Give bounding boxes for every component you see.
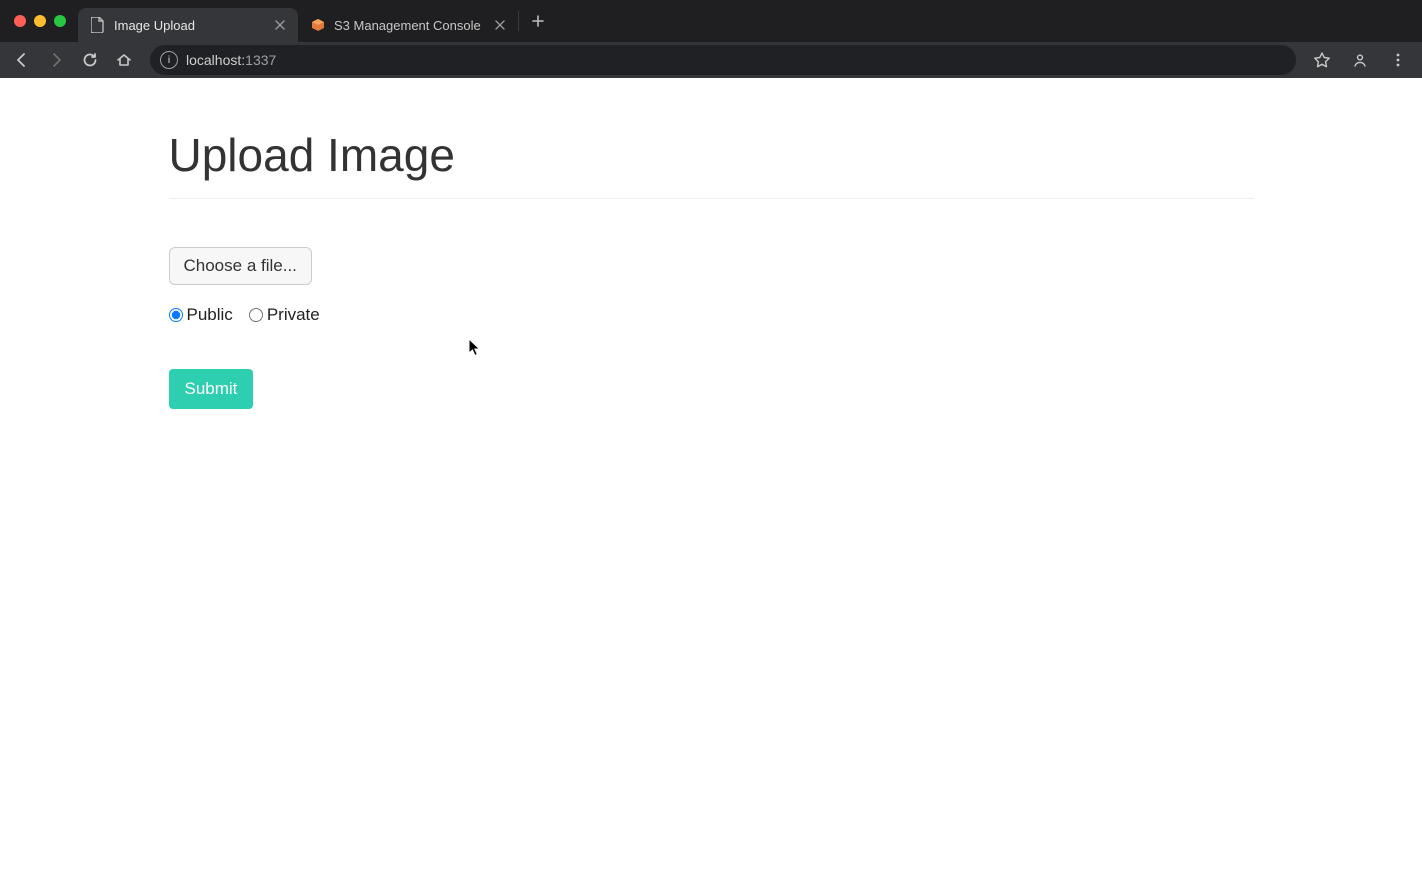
tab-close-icon[interactable] xyxy=(272,17,288,33)
file-icon xyxy=(90,17,106,33)
new-tab-button[interactable] xyxy=(523,6,553,36)
window-close-icon[interactable] xyxy=(14,15,26,27)
tab-separator xyxy=(518,11,519,31)
tab-image-upload[interactable]: Image Upload xyxy=(78,8,298,42)
url-port: 1337 xyxy=(245,52,276,68)
choose-file-label: Choose a file... xyxy=(184,256,297,275)
home-button[interactable] xyxy=(108,44,140,76)
title-divider xyxy=(169,198,1254,199)
back-button[interactable] xyxy=(6,44,38,76)
url-text: localhost:1337 xyxy=(186,52,276,68)
window-maximize-icon[interactable] xyxy=(54,15,66,27)
url-host: localhost: xyxy=(186,52,245,68)
radio-private-input[interactable] xyxy=(249,308,263,322)
tab-label: S3 Management Console xyxy=(334,18,481,33)
site-info-icon[interactable]: i xyxy=(160,51,178,69)
cube-icon xyxy=(310,17,326,33)
visibility-radio-public[interactable]: Public xyxy=(169,305,233,325)
visibility-radio-group: Public Private xyxy=(169,305,1254,325)
browser-chrome: Image Upload S3 Management Console xyxy=(0,0,1422,78)
choose-file-button[interactable]: Choose a file... xyxy=(169,247,312,285)
reload-button[interactable] xyxy=(74,44,106,76)
address-bar[interactable]: i localhost:1337 xyxy=(150,45,1296,75)
menu-kebab-icon[interactable] xyxy=(1382,44,1414,76)
radio-label-text: Private xyxy=(267,305,320,325)
browser-toolbar: i localhost:1337 xyxy=(0,42,1422,78)
page-container: Upload Image Choose a file... Public Pri… xyxy=(169,78,1254,449)
forward-button[interactable] xyxy=(40,44,72,76)
tab-close-icon[interactable] xyxy=(492,17,508,33)
page-viewport: Upload Image Choose a file... Public Pri… xyxy=(0,78,1422,872)
radio-label-text: Public xyxy=(187,305,233,325)
visibility-radio-private[interactable]: Private xyxy=(249,305,320,325)
submit-button[interactable]: Submit xyxy=(169,369,254,409)
window-controls xyxy=(8,0,72,42)
tab-label: Image Upload xyxy=(114,18,195,33)
tab-s3-console[interactable]: S3 Management Console xyxy=(298,8,518,42)
profile-icon[interactable] xyxy=(1344,44,1376,76)
tab-strip: Image Upload S3 Management Console xyxy=(0,0,1422,42)
radio-public-input[interactable] xyxy=(169,308,183,322)
toolbar-right xyxy=(1306,44,1416,76)
window-minimize-icon[interactable] xyxy=(34,15,46,27)
page-title: Upload Image xyxy=(169,98,1254,198)
bookmark-star-icon[interactable] xyxy=(1306,44,1338,76)
